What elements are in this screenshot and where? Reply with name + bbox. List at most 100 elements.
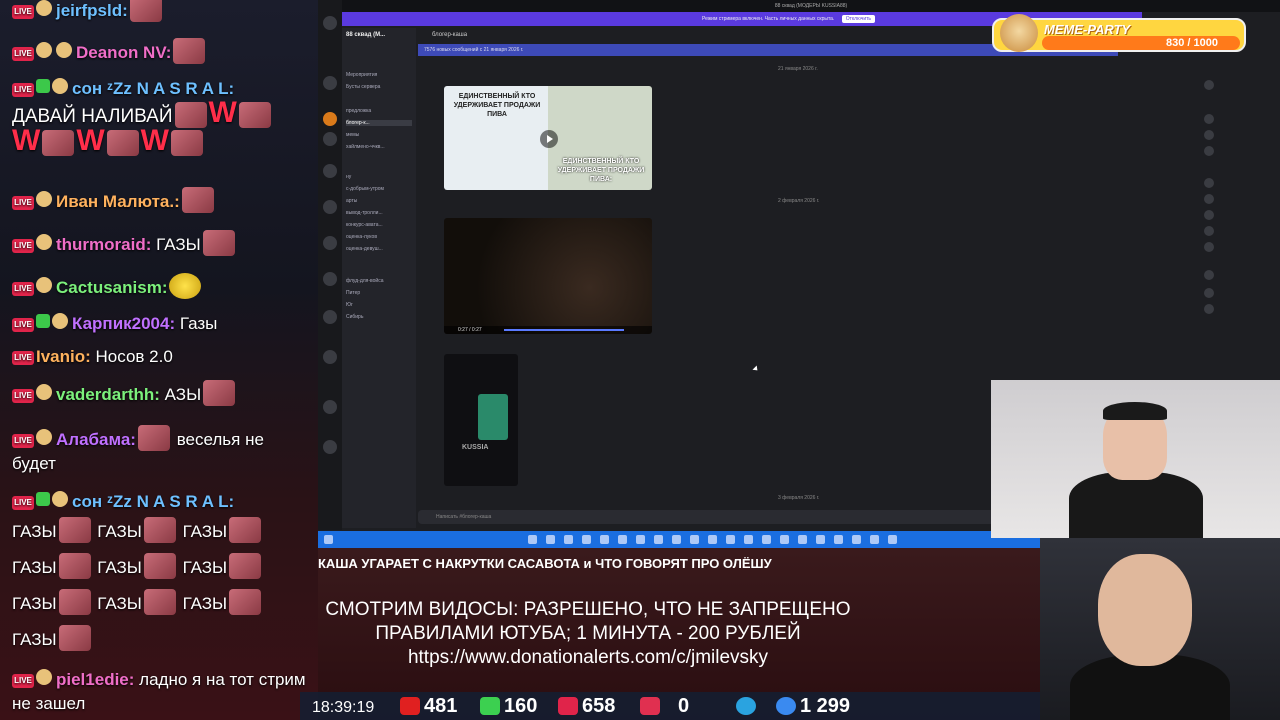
video-progress-bar[interactable] xyxy=(504,329,624,331)
channel-item[interactable]: мемы xyxy=(346,132,359,138)
user-badge-icon xyxy=(56,42,72,58)
taskbar-app-icon[interactable] xyxy=(528,535,537,544)
taskbar-app-icon[interactable] xyxy=(744,535,753,544)
video-controls[interactable]: 0:27 / 0:27 xyxy=(444,326,652,334)
channel-item[interactable]: хайлмено-ччкв... xyxy=(346,144,385,150)
chat-text: ГАЗЫ xyxy=(12,630,57,649)
member-avatar[interactable] xyxy=(1204,288,1214,298)
channel-item[interactable]: оценка-луков xyxy=(346,234,377,240)
vk-live-icon xyxy=(558,697,578,715)
taskbar-app-icon[interactable] xyxy=(672,535,681,544)
member-avatar[interactable] xyxy=(1204,210,1214,220)
chat-username: Cactusanism: xyxy=(56,278,168,297)
server-icon[interactable] xyxy=(323,350,337,364)
taskbar-app-icon[interactable] xyxy=(654,535,663,544)
channel-item[interactable]: вывод-тролли... xyxy=(346,210,383,216)
taskbar-app-icon[interactable] xyxy=(762,535,771,544)
server-icon[interactable] xyxy=(323,310,337,324)
server-icon[interactable] xyxy=(323,164,337,178)
channel-item[interactable]: Мероприятия xyxy=(346,72,377,78)
taskbar-app-icon[interactable] xyxy=(564,535,573,544)
taskbar-app-icon[interactable] xyxy=(636,535,645,544)
server-icon[interactable] xyxy=(323,400,337,414)
member-avatar[interactable] xyxy=(1204,178,1214,188)
channel-item[interactable]: Сибирь xyxy=(346,314,363,320)
taskbar-app-icon[interactable] xyxy=(618,535,627,544)
taskbar-app-icon[interactable] xyxy=(834,535,843,544)
server-icon[interactable] xyxy=(323,132,337,146)
meme-progress-bar: 830 / 1000 xyxy=(1042,36,1240,50)
member-avatar[interactable] xyxy=(1204,114,1214,124)
taskbar-app-icon[interactable] xyxy=(798,535,807,544)
taskbar-app-icon[interactable] xyxy=(726,535,735,544)
server-icon[interactable] xyxy=(323,236,337,250)
member-avatar[interactable] xyxy=(1204,304,1214,314)
taskbar-app-icon[interactable] xyxy=(600,535,609,544)
member-avatar[interactable] xyxy=(1204,242,1214,252)
post-video[interactable]: 0:27 / 0:27 xyxy=(444,218,652,334)
channel-item[interactable]: Юг xyxy=(346,302,353,308)
youtube-icon xyxy=(400,697,420,715)
member-avatar[interactable] xyxy=(1204,270,1214,280)
member-avatar[interactable] xyxy=(1204,130,1214,140)
emote-icon xyxy=(137,425,170,451)
taskbar-app-icon[interactable] xyxy=(870,535,879,544)
server-icon[interactable] xyxy=(323,16,337,30)
member-avatar[interactable] xyxy=(1204,194,1214,204)
disable-button[interactable]: Отключить xyxy=(841,15,876,23)
server-icon[interactable] xyxy=(323,440,337,454)
channel-item[interactable]: флуд-для-войса xyxy=(346,278,384,284)
mouse-cursor-icon xyxy=(752,365,760,373)
emote-icon xyxy=(129,0,162,22)
emote-icon xyxy=(229,517,262,543)
taskbar-app-icon[interactable] xyxy=(888,535,897,544)
taskbar-app-icon[interactable] xyxy=(582,535,591,544)
post-video[interactable]: KUSSIA xyxy=(444,354,518,486)
user-badge-icon xyxy=(36,191,52,207)
taskbar-app-icon[interactable] xyxy=(816,535,825,544)
date-divider: 21 января 2026 г. xyxy=(778,66,818,72)
w-emote: W xyxy=(12,124,41,157)
taskbar-app-icon[interactable] xyxy=(690,535,699,544)
member-avatar[interactable] xyxy=(1204,226,1214,236)
member-list xyxy=(1198,70,1280,330)
play-icon[interactable] xyxy=(540,130,558,148)
channel-item[interactable]: Питер xyxy=(346,290,360,296)
start-icon[interactable] xyxy=(324,535,333,544)
meme-party-title: MEME-PARTY xyxy=(1044,22,1131,37)
channel-item-active[interactable]: блогер-к... xyxy=(346,120,412,126)
taskbar-app-icon[interactable] xyxy=(546,535,555,544)
telegram-icon xyxy=(736,697,756,715)
chat-message: LIVE piel1edie: ладно я на тот стрим не з… xyxy=(12,668,312,716)
chat-text: ГАЗЫ xyxy=(182,558,228,577)
server-icon[interactable] xyxy=(323,76,337,90)
banner-text: Режим стримера включен. Часть личных дан… xyxy=(702,16,835,22)
channel-item[interactable]: арты xyxy=(346,198,357,204)
post-image[interactable]: ЕДИНСТВЕННЫЙ КТО УДЕРЖИВАЕТ ПРОДАЖИ ПИВА… xyxy=(444,86,652,190)
taskbar-app-icon[interactable] xyxy=(708,535,717,544)
user-badge-icon xyxy=(36,384,52,400)
meme-party-widget: MEME-PARTY 830 / 1000 xyxy=(992,14,1246,52)
channel-item[interactable]: конкурс-авата... xyxy=(346,222,383,228)
server-icon[interactable] xyxy=(323,272,337,286)
channel-item[interactable]: с-добрым-утром xyxy=(346,186,384,192)
taskbar-app-icon[interactable] xyxy=(780,535,789,544)
channel-item[interactable]: ну xyxy=(346,174,351,180)
channel-item[interactable]: оценка-девуш... xyxy=(346,246,383,252)
channel-item[interactable]: предложка xyxy=(346,108,371,114)
taskbar-app-icon[interactable] xyxy=(852,535,861,544)
member-avatar[interactable] xyxy=(1204,80,1214,90)
channel-item[interactable]: Бусты сервера xyxy=(346,84,380,90)
server-name[interactable]: 88 сквад (М... xyxy=(346,32,385,38)
chat-username: Карпик2004: xyxy=(72,314,176,333)
meme-progress-count: 830 / 1000 xyxy=(1166,37,1218,49)
emote-icon xyxy=(106,130,139,156)
chat-username: Ivanio: xyxy=(36,347,91,366)
server-icon[interactable] xyxy=(323,112,337,126)
member-avatar[interactable] xyxy=(1204,146,1214,156)
vkplay-icon xyxy=(640,697,660,715)
emote-icon xyxy=(143,589,176,615)
server-icon[interactable] xyxy=(323,200,337,214)
live-badge-icon: LIVE xyxy=(12,239,34,253)
guest-webcam xyxy=(991,380,1280,538)
